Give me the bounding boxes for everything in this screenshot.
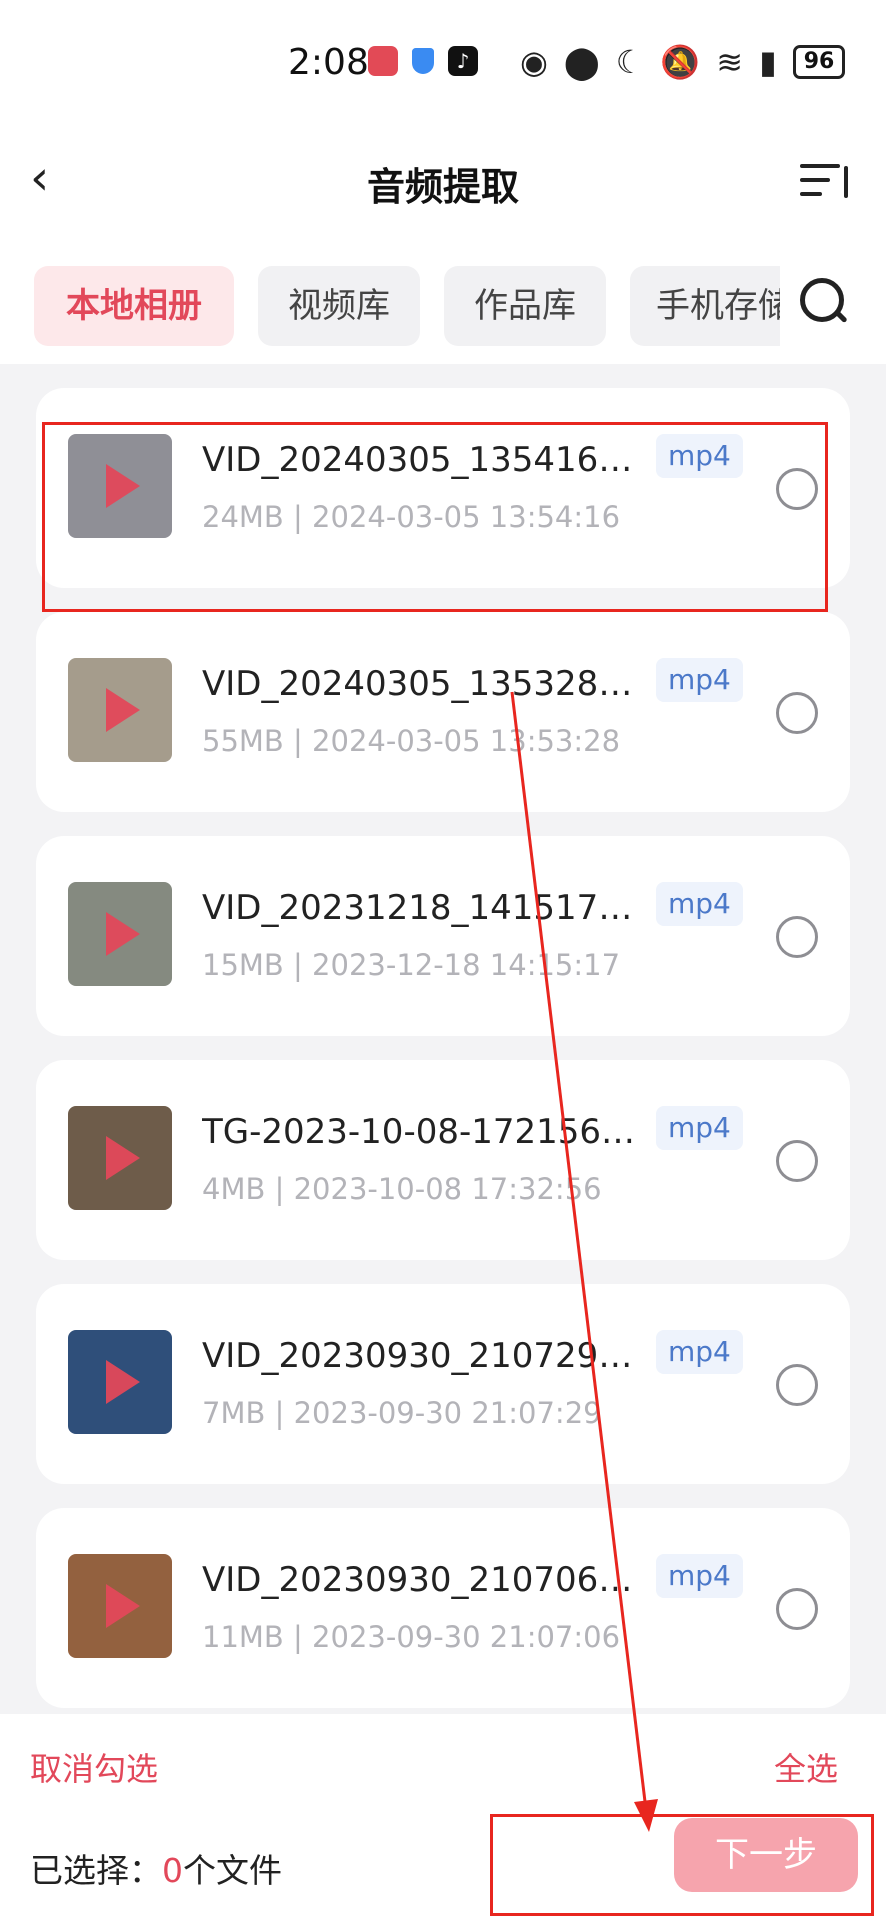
eye-icon: ◉ (520, 43, 548, 81)
file-name: VID_20240305_135416.mp4 (202, 440, 642, 480)
next-step-button[interactable]: 下一步 (674, 1818, 858, 1892)
cancel-selection-button[interactable]: 取消勾选 (30, 1744, 158, 1790)
file-name: VID_20230930_210706.mp4 (202, 1560, 642, 1600)
file-meta: 11MB | 2023-09-30 21:07:06 (202, 1620, 621, 1654)
app-notification-icon (368, 46, 398, 76)
format-badge: mp4 (656, 658, 743, 702)
file-list: VID_20240305_135416.mp4 24MB | 2024-03-0… (0, 364, 886, 1714)
tab-local-album[interactable]: 本地相册 (34, 266, 234, 346)
wifi-icon: ≋ (716, 43, 744, 81)
file-date: 2023-09-30 21:07:06 (312, 1620, 621, 1654)
status-bar: 2:08 ♪ ◉ ⬤ ☾ 🔕 ≋ ▮ 96 (0, 0, 886, 130)
file-size: 4MB (202, 1172, 266, 1206)
sort-icon[interactable] (800, 160, 852, 200)
file-size: 55MB (202, 724, 284, 758)
file-item[interactable]: VID_20230930_210729.mp4 7MB | 2023-09-30… (36, 1284, 850, 1484)
file-meta: 55MB | 2024-03-05 13:53:28 (202, 724, 621, 758)
play-icon (106, 1136, 140, 1180)
file-item[interactable]: VID_20240305_135328.mp4 55MB | 2024-03-0… (36, 612, 850, 812)
tab-video-library[interactable]: 视频库 (258, 266, 420, 346)
moon-icon: ☾ (615, 43, 645, 81)
format-badge: mp4 (656, 882, 743, 926)
mute-icon: 🔕 (660, 43, 701, 81)
select-radio[interactable] (776, 1364, 818, 1406)
system-icons: ◉ ⬤ ☾ 🔕 ≋ ▮ 96 (520, 43, 846, 81)
source-tabs: 本地相册 视频库 作品库 手机存储 (34, 266, 780, 346)
selection-summary: 已选择：0个文件 (30, 1844, 282, 1892)
video-thumbnail (68, 1106, 172, 1210)
play-icon (106, 1360, 140, 1404)
page-title: 音频提取 (366, 165, 519, 209)
file-meta: 4MB | 2023-10-08 17:32:56 (202, 1172, 602, 1206)
bottom-action-bar: 取消勾选 全选 已选择：0个文件 下一步 (0, 1714, 886, 1920)
file-size: 15MB (202, 948, 284, 982)
location-icon: ⬤ (563, 43, 600, 81)
sim-icon: ▮ (759, 43, 777, 81)
file-date: 2024-03-05 13:54:16 (312, 500, 621, 534)
file-item[interactable]: VID_20231218_141517.mp4 15MB | 2023-12-1… (36, 836, 850, 1036)
file-date: 2023-09-30 21:07:29 (293, 1396, 602, 1430)
file-size: 24MB (202, 500, 284, 534)
app-header: ‹ 音频提取 (0, 130, 886, 230)
file-meta: 24MB | 2024-03-05 13:54:16 (202, 500, 621, 534)
video-thumbnail (68, 882, 172, 986)
format-badge: mp4 (656, 1554, 743, 1598)
status-time: 2:08 (288, 42, 369, 83)
tiktok-icon: ♪ (448, 46, 478, 76)
file-meta: 15MB | 2023-12-18 14:15:17 (202, 948, 621, 982)
selection-prefix: 已选择： (30, 1851, 162, 1890)
play-icon (106, 912, 140, 956)
file-date: 2023-10-08 17:32:56 (293, 1172, 602, 1206)
file-date: 2023-12-18 14:15:17 (312, 948, 621, 982)
play-icon (106, 688, 140, 732)
select-radio[interactable] (776, 916, 818, 958)
select-radio[interactable] (776, 1140, 818, 1182)
select-radio[interactable] (776, 1588, 818, 1630)
file-name: VID_20231218_141517.mp4 (202, 888, 642, 928)
selection-suffix: 个文件 (183, 1851, 282, 1890)
file-name: VID_20240305_135328.mp4 (202, 664, 642, 704)
battery-icon: 96 (792, 45, 846, 79)
file-item[interactable]: VID_20240305_135416.mp4 24MB | 2024-03-0… (36, 388, 850, 588)
file-name: TG-2023-10-08-172156.mp4 (202, 1112, 642, 1152)
play-icon (106, 1584, 140, 1628)
video-thumbnail (68, 1330, 172, 1434)
file-size: 11MB (202, 1620, 284, 1654)
select-all-button[interactable]: 全选 (774, 1744, 838, 1790)
file-name: VID_20230930_210729.mp4 (202, 1336, 642, 1376)
video-thumbnail (68, 658, 172, 762)
file-item[interactable]: VID_20230930_210706.mp4 11MB | 2023-09-3… (36, 1508, 850, 1708)
format-badge: mp4 (656, 1106, 743, 1150)
file-date: 2024-03-05 13:53:28 (312, 724, 621, 758)
select-radio[interactable] (776, 692, 818, 734)
notification-icons: ♪ (368, 46, 478, 76)
search-icon[interactable] (800, 278, 848, 326)
tab-phone-storage[interactable]: 手机存储 (630, 266, 780, 346)
video-thumbnail (68, 1554, 172, 1658)
file-meta: 7MB | 2023-09-30 21:07:29 (202, 1396, 602, 1430)
tab-works-library[interactable]: 作品库 (444, 266, 606, 346)
play-icon (106, 464, 140, 508)
file-item[interactable]: TG-2023-10-08-172156.mp4 4MB | 2023-10-0… (36, 1060, 850, 1260)
selected-count: 0 (162, 1851, 183, 1890)
select-radio[interactable] (776, 468, 818, 510)
video-thumbnail (68, 434, 172, 538)
file-size: 7MB (202, 1396, 266, 1430)
format-badge: mp4 (656, 434, 743, 478)
shield-icon (412, 48, 434, 74)
format-badge: mp4 (656, 1330, 743, 1374)
